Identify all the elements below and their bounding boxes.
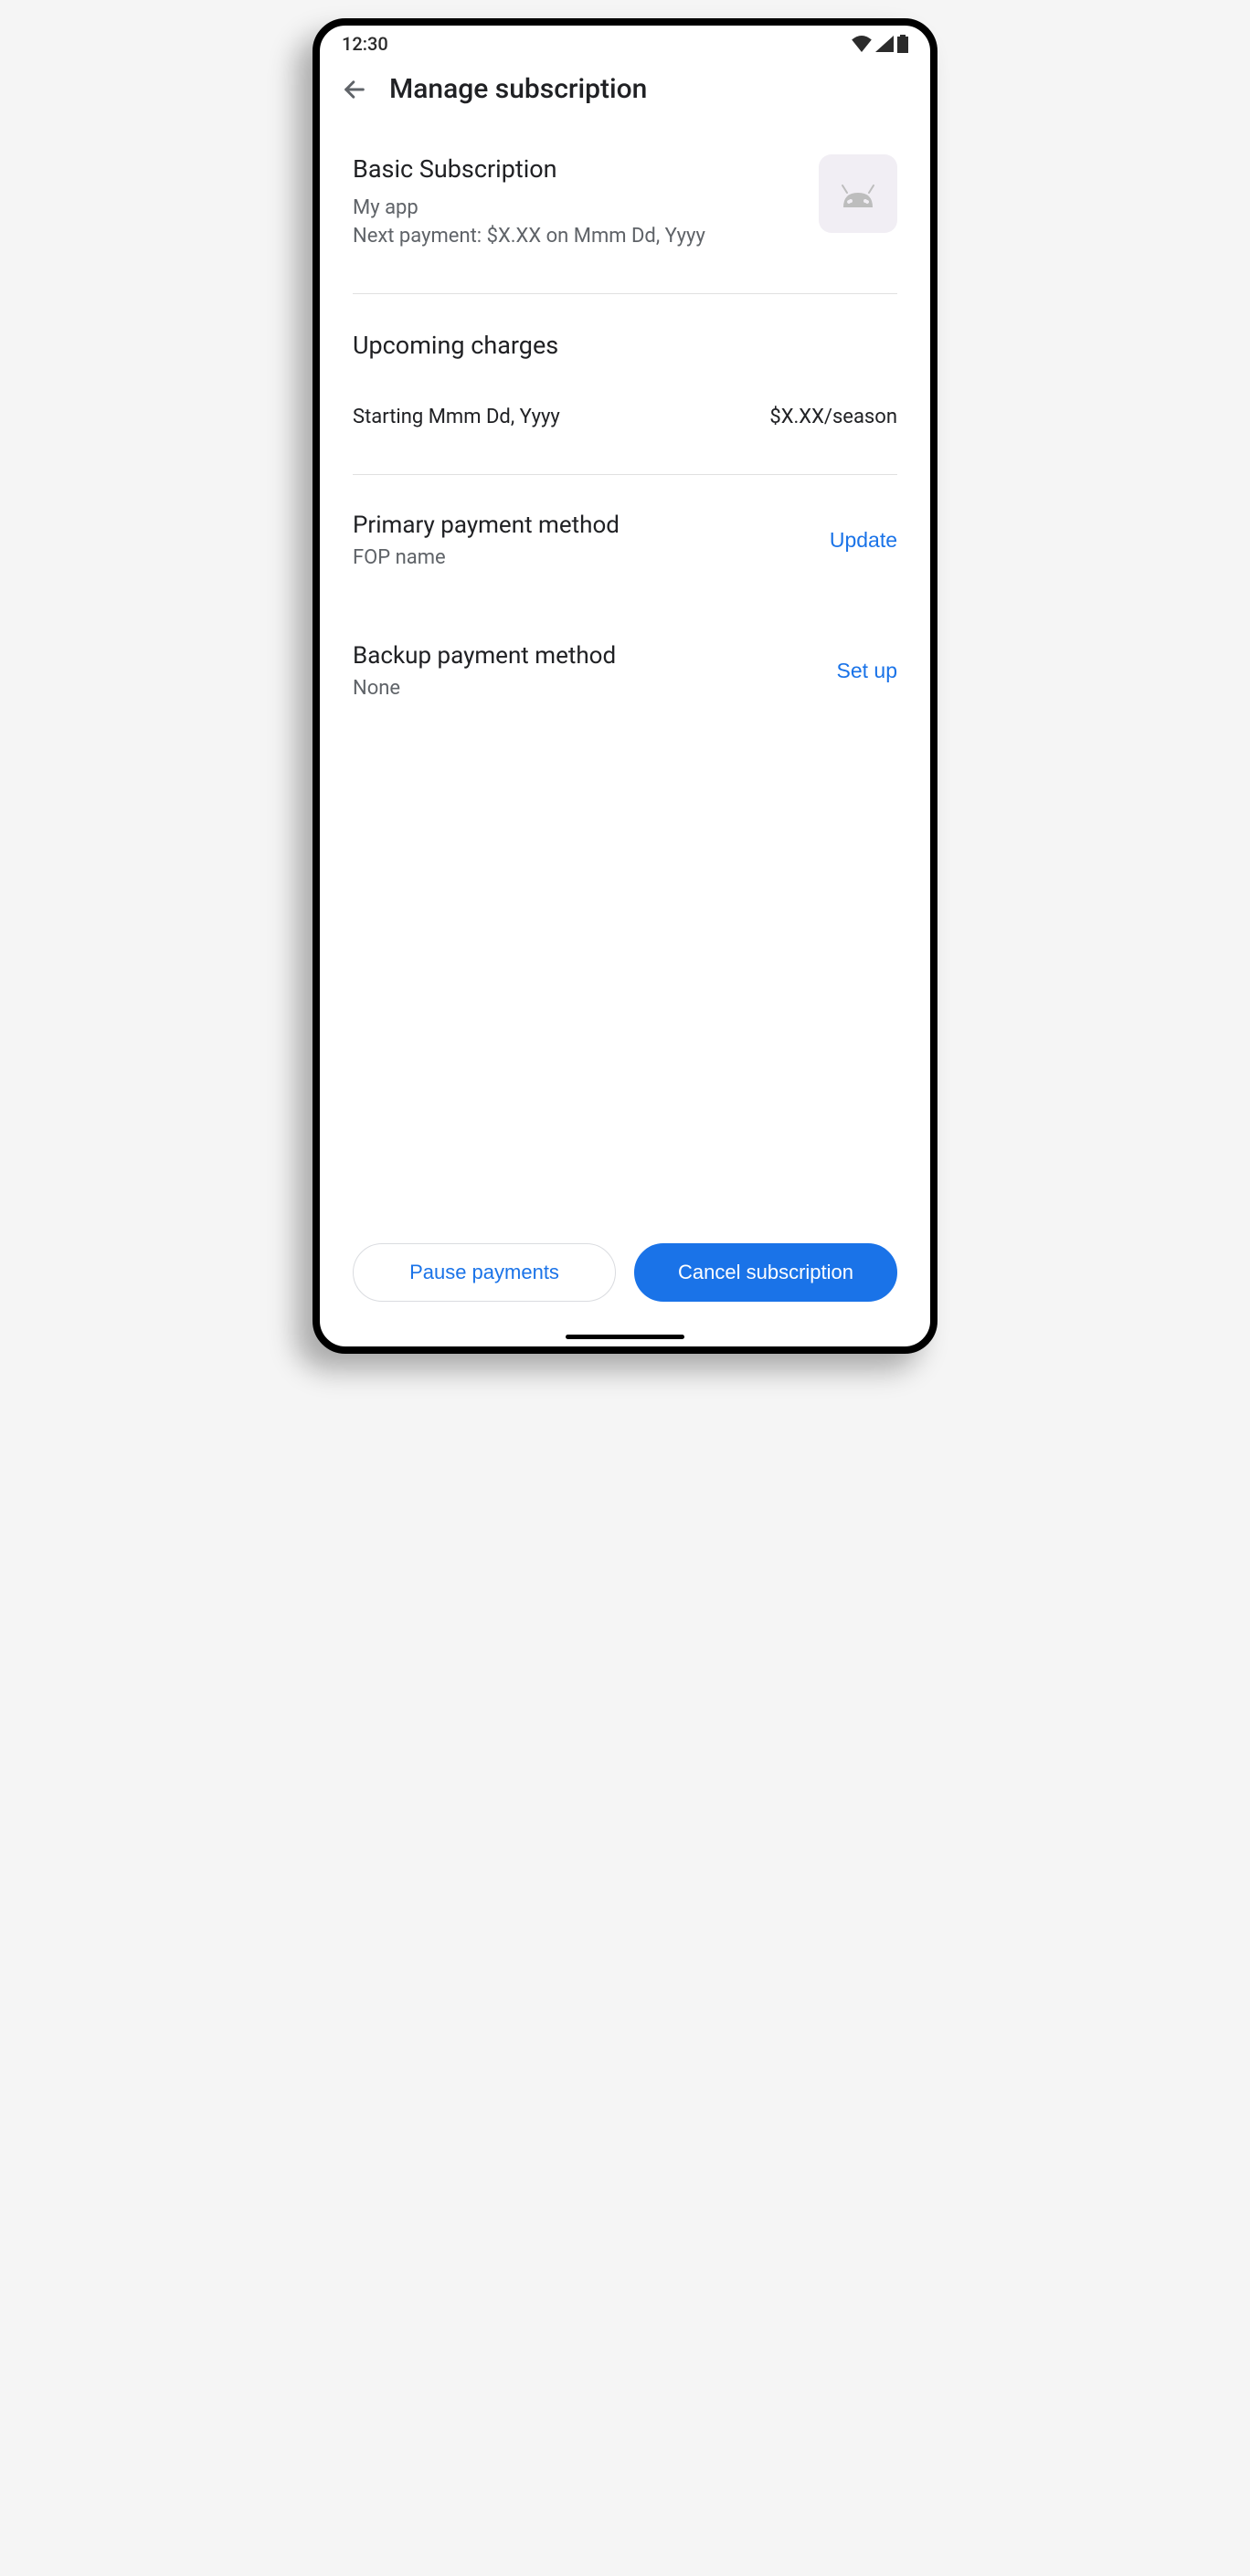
backup-payment-info: Backup payment method None bbox=[353, 642, 837, 700]
android-icon bbox=[836, 180, 880, 207]
subscription-info: Basic Subscription My app Next payment: … bbox=[353, 154, 819, 248]
subscription-header: Basic Subscription My app Next payment: … bbox=[353, 127, 897, 294]
primary-payment-value: FOP name bbox=[353, 546, 830, 569]
phone-frame: 12:30 Manage subscription Basic Subscrip… bbox=[312, 18, 938, 1354]
charge-start-date: Starting Mmm Dd, Yyyy bbox=[353, 406, 560, 428]
upcoming-charges-heading: Upcoming charges bbox=[353, 331, 897, 360]
payment-methods-section: Primary payment method FOP name Update B… bbox=[353, 475, 897, 736]
page-title: Manage subscription bbox=[389, 73, 647, 105]
spacer bbox=[353, 736, 897, 1225]
wifi-icon bbox=[852, 36, 872, 52]
setup-backup-button[interactable]: Set up bbox=[837, 659, 898, 683]
primary-payment-label: Primary payment method bbox=[353, 512, 830, 539]
pause-payments-button[interactable]: Pause payments bbox=[353, 1243, 616, 1302]
app-bar: Manage subscription bbox=[320, 62, 930, 127]
subscription-title: Basic Subscription bbox=[353, 154, 819, 184]
nav-handle[interactable] bbox=[566, 1335, 684, 1339]
upcoming-charges-section: Upcoming charges Starting Mmm Dd, Yyyy $… bbox=[353, 294, 897, 475]
charge-amount: $X.XX/season bbox=[769, 406, 897, 428]
primary-payment-row: Primary payment method FOP name Update bbox=[353, 475, 897, 606]
back-icon[interactable] bbox=[342, 77, 367, 102]
update-primary-button[interactable]: Update bbox=[830, 528, 897, 553]
status-icons bbox=[852, 35, 908, 53]
battery-icon bbox=[897, 35, 908, 53]
backup-payment-value: None bbox=[353, 677, 837, 700]
content-area: Basic Subscription My app Next payment: … bbox=[320, 127, 930, 1225]
backup-payment-row: Backup payment method None Set up bbox=[353, 606, 897, 736]
primary-payment-info: Primary payment method FOP name bbox=[353, 512, 830, 569]
status-bar: 12:30 bbox=[320, 26, 930, 62]
cellular-icon bbox=[875, 36, 894, 52]
app-icon bbox=[819, 154, 897, 233]
subscription-app-name: My app bbox=[353, 196, 819, 219]
button-bar: Pause payments Cancel subscription bbox=[320, 1225, 930, 1335]
cancel-subscription-button[interactable]: Cancel subscription bbox=[634, 1243, 897, 1302]
nav-bar bbox=[320, 1335, 930, 1346]
charge-row: Starting Mmm Dd, Yyyy $X.XX/season bbox=[353, 406, 897, 428]
subscription-next-payment: Next payment: $X.XX on Mmm Dd, Yyyy bbox=[353, 225, 819, 248]
status-time: 12:30 bbox=[342, 33, 388, 55]
backup-payment-label: Backup payment method bbox=[353, 642, 837, 670]
